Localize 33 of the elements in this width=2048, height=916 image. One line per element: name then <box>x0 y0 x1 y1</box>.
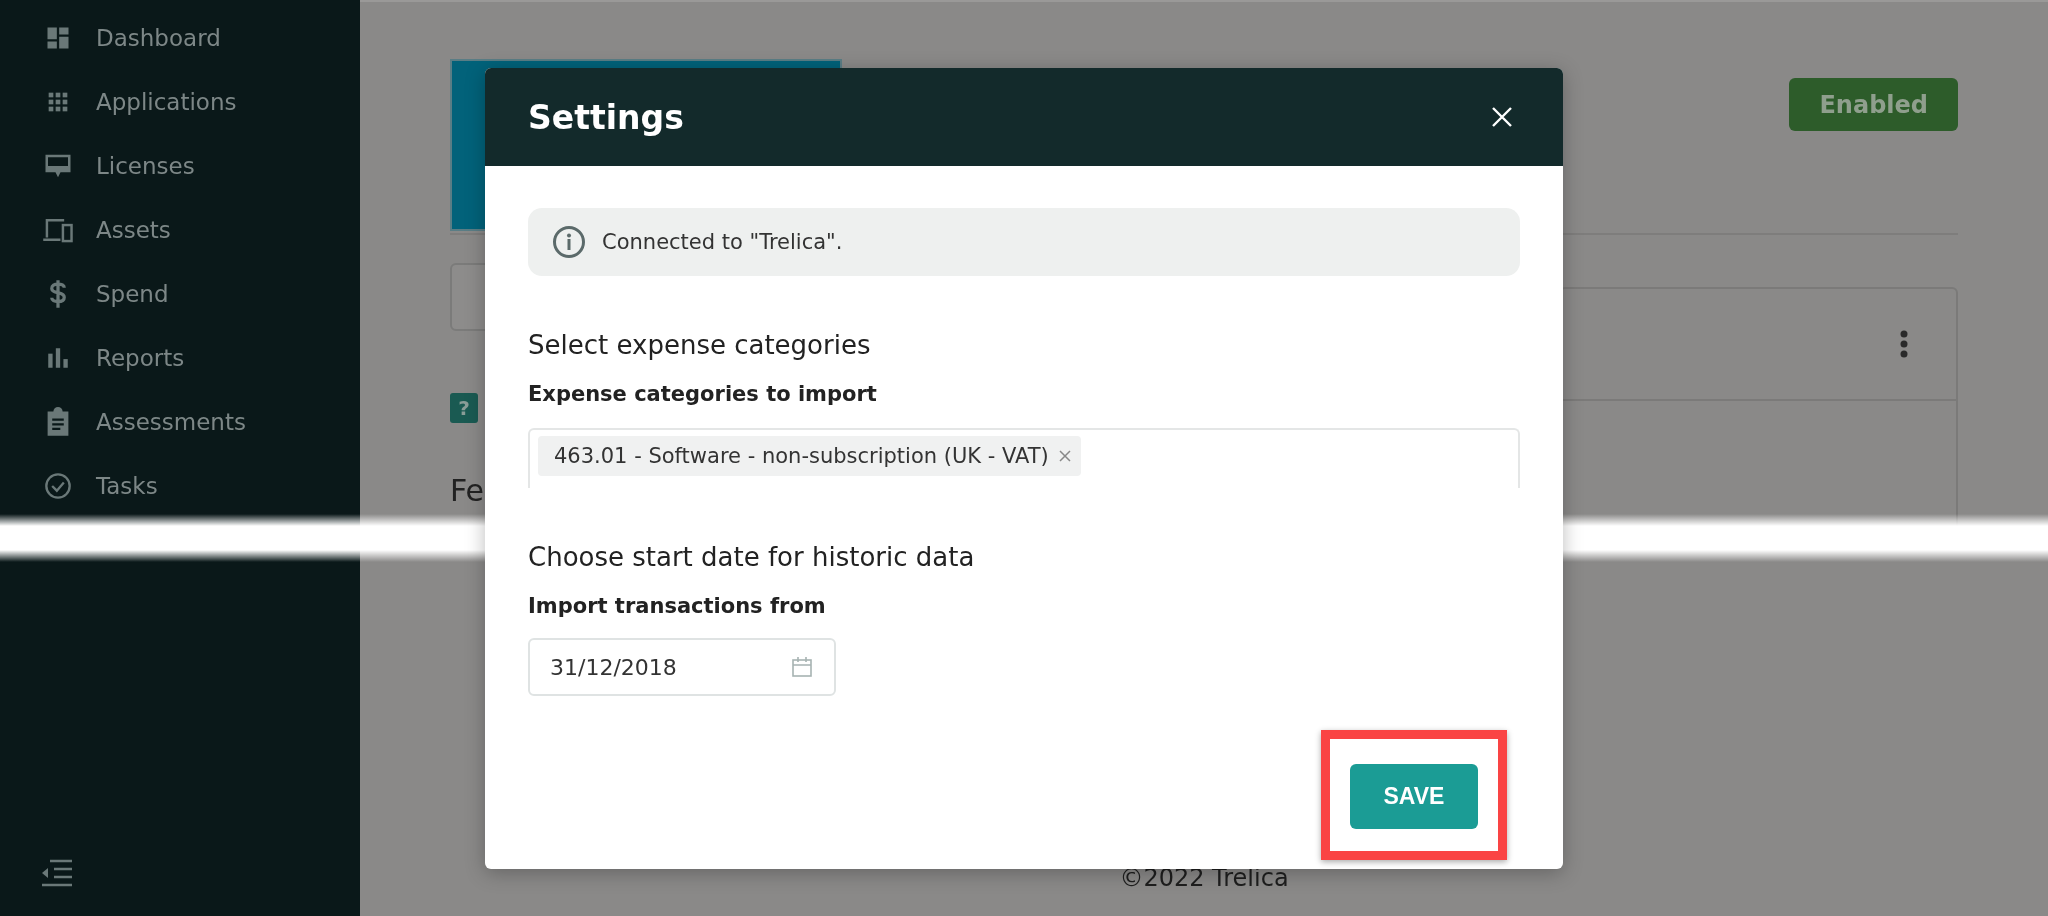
field-label: Import transactions from <box>528 594 827 618</box>
date-field[interactable]: 31/12/2018 <box>528 638 836 696</box>
chip-remove-button[interactable] <box>1058 450 1071 462</box>
close-icon <box>1491 106 1513 128</box>
sidebar-item[interactable]: Assessments <box>0 390 360 454</box>
section-heading: Fe <box>450 473 485 508</box>
dialog-title: Settings <box>528 97 684 137</box>
check-circle-icon <box>44 472 72 500</box>
bar-chart-icon <box>45 345 71 371</box>
chip-label: 463.01 - Software - non-subscription (UK - VAT) <box>554 444 1049 468</box>
date-value: 31/12/2018 <box>550 654 677 680</box>
save-button[interactable]: SAVE <box>1350 764 1478 829</box>
enabled-button[interactable]: Enabled <box>1789 78 1958 131</box>
more-options-icon[interactable] <box>1900 330 1908 358</box>
notice-text: Connected to "Trelica". <box>602 230 843 254</box>
sidebar-item[interactable]: Dashboard <box>0 6 360 70</box>
dollar-icon <box>48 279 68 309</box>
sidebar-item[interactable]: Assets <box>0 198 360 262</box>
sidebar-item[interactable]: Licenses <box>0 134 360 198</box>
devices-icon <box>42 216 74 244</box>
sidebar-item[interactable]: Tasks <box>0 454 360 518</box>
category-select-field[interactable]: 463.01 - Software - non-subscription (UK - VAT) <box>528 428 1520 488</box>
sidebar-item[interactable]: Reports <box>0 326 360 390</box>
section-heading: Select expense categories <box>528 330 872 360</box>
field-label: Expense categories to import <box>528 382 878 406</box>
help-badge[interactable]: ? <box>450 393 478 423</box>
calendar-icon <box>790 655 814 679</box>
close-icon <box>1058 450 1071 462</box>
section-heading: Choose start date for historic data <box>528 542 976 572</box>
info-icon <box>552 225 586 259</box>
sidebar-item[interactable]: Spend <box>0 262 360 326</box>
sidebar-item[interactable]: Applications <box>0 70 360 134</box>
collapse-menu-icon[interactable] <box>40 858 74 888</box>
